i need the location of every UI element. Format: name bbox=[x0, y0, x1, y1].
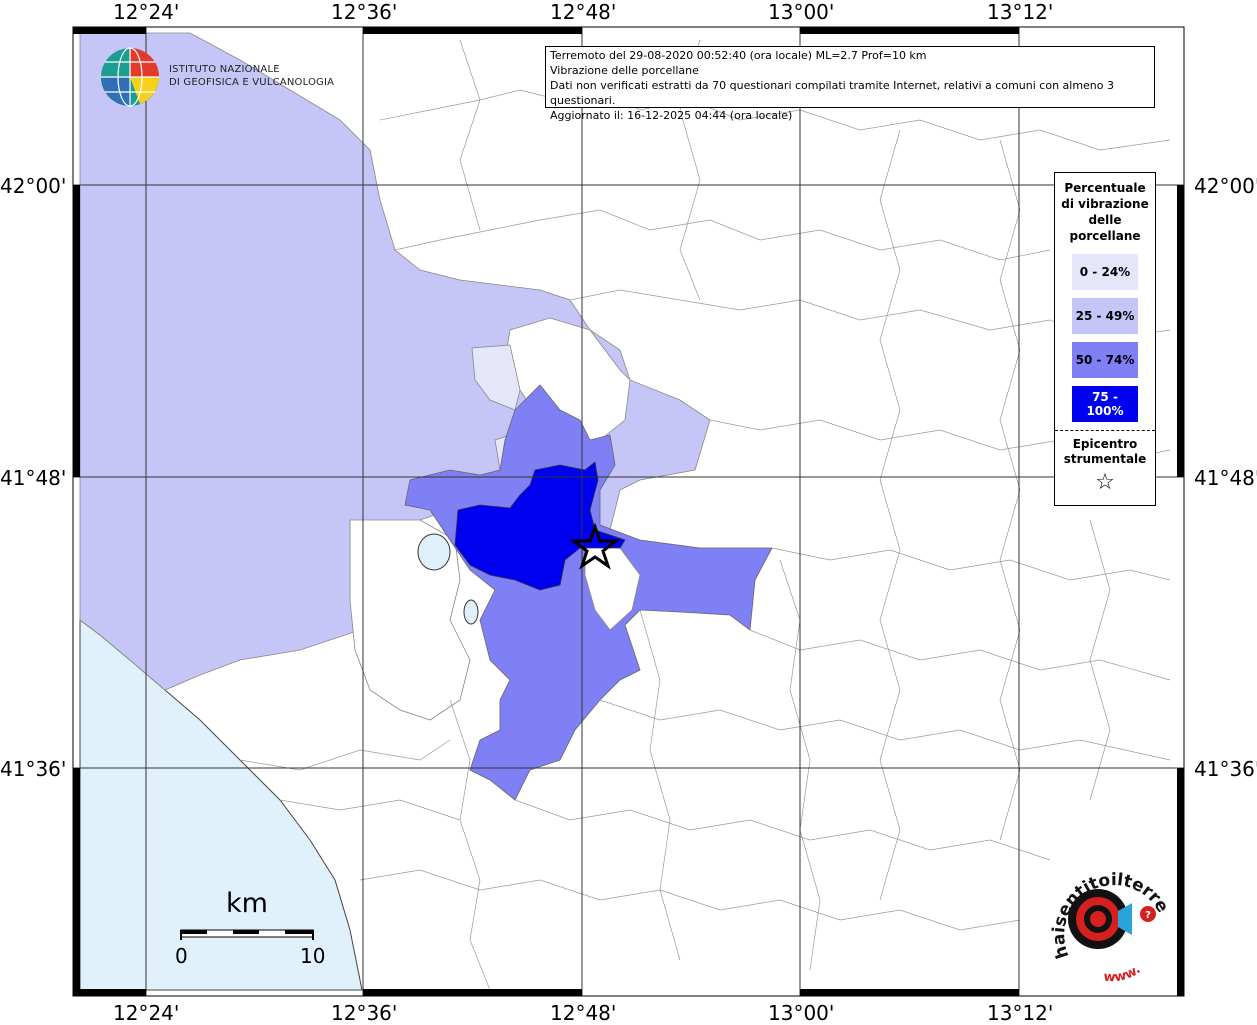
ingv-logo-line2: DI GEOFISICA E VULCANOLOGIA bbox=[169, 77, 335, 88]
legend-epicenter-title: Epicentro strumentale bbox=[1055, 437, 1155, 467]
lon-label-bottom-5: 13°12' bbox=[987, 1001, 1054, 1025]
legend-swatch-50-74: 50 - 74% bbox=[1072, 342, 1138, 378]
event-info-line2: Vibrazione delle porcellane bbox=[550, 64, 699, 77]
scale-unit: km bbox=[226, 888, 268, 919]
lon-label-top-3: 12°48' bbox=[550, 0, 617, 24]
lake-albano bbox=[417, 533, 451, 571]
legend-title: Percentuale di vibrazione delle porcella… bbox=[1055, 180, 1155, 244]
lon-label-bottom-3: 12°48' bbox=[550, 1001, 617, 1025]
legend-star-icon: ☆ bbox=[1095, 470, 1115, 495]
legend-swatch-25-49: 25 - 49% bbox=[1072, 298, 1138, 334]
legend-label-75-100: 75 - 100% bbox=[1086, 390, 1124, 418]
lon-label-bottom-4: 13°00' bbox=[768, 1001, 835, 1025]
event-info-box: Terremoto del 29-08-2020 00:52:40 (ora l… bbox=[545, 46, 1155, 122]
scale-end-label: 10 bbox=[300, 944, 326, 968]
svg-text:?: ? bbox=[1145, 910, 1151, 921]
lat-label-right-1: 42°00' bbox=[1194, 174, 1257, 198]
ingv-logo-icon bbox=[101, 47, 159, 107]
ingv-logo-line1: ISTITUTO NAZIONALE bbox=[169, 64, 280, 75]
lon-label-top-2: 12°36' bbox=[331, 0, 398, 24]
lon-label-top-1: 12°24' bbox=[113, 0, 180, 24]
lon-label-bottom-1: 12°24' bbox=[113, 1001, 180, 1025]
legend-divider bbox=[1055, 430, 1155, 431]
lon-label-bottom-2: 12°36' bbox=[331, 1001, 398, 1025]
svg-text:www.: www. bbox=[1103, 962, 1143, 985]
hai-sentito-logo: ? haisentitoilterremoto.it www. bbox=[1040, 866, 1174, 985]
legend-swatch-75-100: 75 - 100% bbox=[1072, 386, 1138, 422]
scale-start-label: 0 bbox=[175, 944, 188, 968]
event-info-line3: Dati non verificati estratti da 70 quest… bbox=[550, 79, 1115, 107]
ingv-logo-text: ISTITUTO NAZIONALE DI GEOFISICA E VULCAN… bbox=[169, 63, 334, 89]
lon-label-top-4: 13°00' bbox=[768, 0, 835, 24]
lat-label-right-3: 41°36' bbox=[1194, 757, 1257, 781]
legend-title-line3: delle bbox=[1088, 213, 1122, 227]
legend-epicenter-line2: strumentale bbox=[1063, 452, 1147, 466]
legend-label-50-74: 50 - 74% bbox=[1075, 353, 1135, 367]
legend-epicenter-line1: Epicentro bbox=[1072, 437, 1138, 451]
lat-label-left-1: 42°00' bbox=[0, 174, 67, 198]
lat-label-left-2: 41°48' bbox=[0, 466, 67, 490]
legend-title-line2: di vibrazione bbox=[1061, 197, 1149, 211]
legend-title-line4: porcellane bbox=[1069, 229, 1141, 243]
event-info-line1: Terremoto del 29-08-2020 00:52:40 (ora l… bbox=[550, 49, 927, 62]
lat-label-right-2: 41°48' bbox=[1194, 466, 1257, 490]
event-info-line4: Aggiornato il: 16-12-2025 04:44 (ora loc… bbox=[550, 109, 793, 122]
lake-nemi bbox=[463, 599, 479, 625]
legend: Percentuale di vibrazione delle porcella… bbox=[1054, 172, 1156, 506]
lat-label-left-3: 41°36' bbox=[0, 757, 67, 781]
lon-label-top-5: 13°12' bbox=[987, 0, 1054, 24]
legend-label-25-49: 25 - 49% bbox=[1075, 309, 1135, 323]
legend-title-line1: Percentuale bbox=[1064, 181, 1146, 195]
legend-label-0-24: 0 - 24% bbox=[1079, 265, 1131, 279]
hai-sentito-www: www. bbox=[1103, 962, 1143, 985]
legend-swatch-0-24: 0 - 24% bbox=[1072, 254, 1138, 290]
